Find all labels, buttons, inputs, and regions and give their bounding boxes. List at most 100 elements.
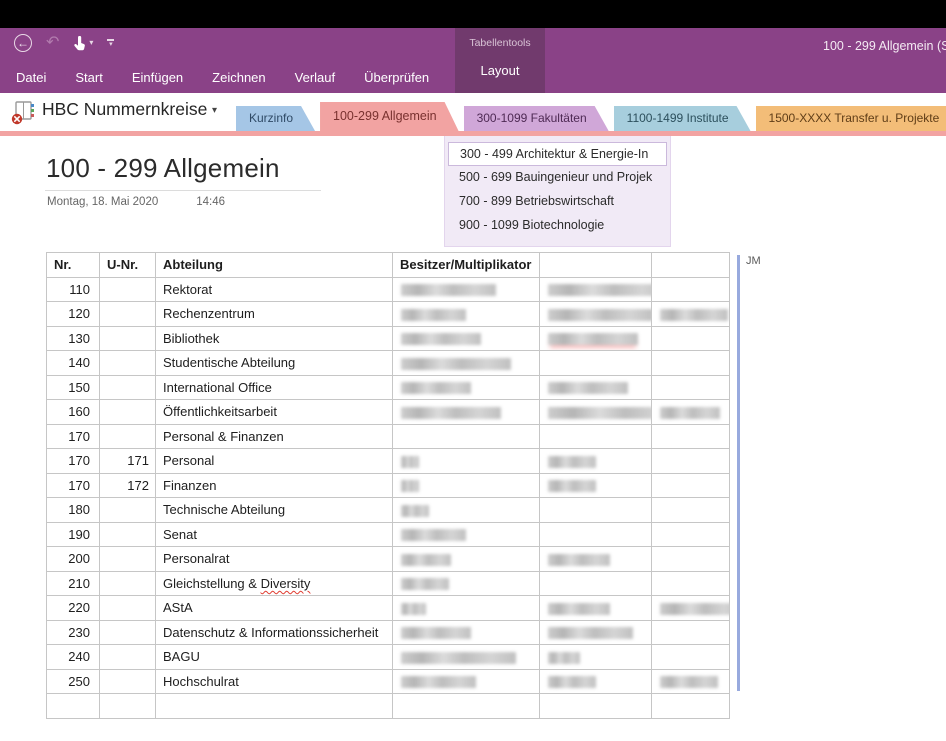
redacted-cell[interactable] (393, 302, 540, 327)
redacted-cell[interactable] (393, 277, 540, 302)
cell-nr[interactable]: 170 (47, 449, 100, 474)
cell-nr[interactable] (47, 694, 100, 719)
redacted-cell[interactable] (393, 351, 540, 376)
redacted-cell[interactable] (540, 620, 652, 645)
cell-unr[interactable] (100, 400, 156, 425)
cell-nr[interactable]: 210 (47, 571, 100, 596)
ribbon-tab-layout[interactable]: Layout (455, 63, 545, 78)
cell-abteilung[interactable]: AStA (156, 596, 393, 621)
page-title[interactable]: 100 - 299 Allgemein (46, 153, 280, 184)
section-tab-kurzinfo[interactable]: Kurzinfo (236, 106, 315, 131)
redacted-cell[interactable] (540, 424, 652, 449)
cell-unr[interactable] (100, 302, 156, 327)
cell-unr[interactable] (100, 498, 156, 523)
cell-unr[interactable] (100, 596, 156, 621)
redacted-cell[interactable] (652, 375, 730, 400)
redacted-cell[interactable] (540, 277, 652, 302)
cell-unr[interactable] (100, 645, 156, 670)
redacted-cell[interactable] (393, 326, 540, 351)
ribbon-tab-einfügen[interactable]: Einfügen (132, 70, 183, 85)
redacted-cell[interactable] (393, 620, 540, 645)
cell-abteilung[interactable]: Datenschutz & Informationssicherheit (156, 620, 393, 645)
cell-abteilung[interactable]: Personal & Finanzen (156, 424, 393, 449)
cell-abteilung[interactable]: Rechenzentrum (156, 302, 393, 327)
cell-nr[interactable]: 220 (47, 596, 100, 621)
redacted-cell[interactable] (652, 694, 730, 719)
redacted-cell[interactable] (393, 596, 540, 621)
redacted-cell[interactable] (393, 669, 540, 694)
page-dropdown-item[interactable]: 500 - 699 Bauingenieur und Projek (448, 166, 667, 190)
cell-nr[interactable]: 180 (47, 498, 100, 523)
cell-unr[interactable]: 172 (100, 473, 156, 498)
redacted-cell[interactable] (393, 547, 540, 572)
redacted-cell[interactable] (540, 351, 652, 376)
section-tab-300-1099-fakult-ten[interactable]: 300-1099 Fakultäten (464, 106, 609, 131)
cell-abteilung[interactable]: International Office (156, 375, 393, 400)
cell-nr[interactable]: 130 (47, 326, 100, 351)
redacted-cell[interactable] (393, 375, 540, 400)
cell-abteilung[interactable]: Hochschulrat (156, 669, 393, 694)
cell-nr[interactable]: 140 (47, 351, 100, 376)
cell-nr[interactable]: 170 (47, 424, 100, 449)
customize-qat-icon[interactable]: ▾ (107, 39, 114, 47)
redacted-cell[interactable] (652, 498, 730, 523)
cell-abteilung[interactable]: Senat (156, 522, 393, 547)
cell-nr[interactable]: 160 (47, 400, 100, 425)
cell-abteilung[interactable]: Öffentlichkeitsarbeit (156, 400, 393, 425)
redacted-cell[interactable] (540, 400, 652, 425)
ribbon-tab-start[interactable]: Start (75, 70, 102, 85)
cell-abteilung[interactable]: Finanzen (156, 473, 393, 498)
section-tab-1500-xxxx-transfer-u-projekte[interactable]: 1500-XXXX Transfer u. Projekte (756, 106, 946, 131)
redacted-cell[interactable] (652, 473, 730, 498)
redacted-cell[interactable] (540, 694, 652, 719)
redacted-cell[interactable] (652, 645, 730, 670)
cell-unr[interactable]: 171 (100, 449, 156, 474)
cell-unr[interactable] (100, 669, 156, 694)
redacted-cell[interactable] (540, 645, 652, 670)
table-header-besitzer-multiplikator[interactable]: Besitzer/Multiplikator (393, 253, 540, 278)
section-tab-1100-1499-institute[interactable]: 1100-1499 Institute (614, 106, 751, 131)
redacted-cell[interactable] (652, 400, 730, 425)
cell-unr[interactable] (100, 694, 156, 719)
table-header-empty-4[interactable] (540, 253, 652, 278)
redacted-cell[interactable] (652, 522, 730, 547)
table-header-u-nr-[interactable]: U-Nr. (100, 253, 156, 278)
redacted-cell[interactable] (393, 645, 540, 670)
redacted-cell[interactable] (540, 498, 652, 523)
ribbon-tab-überprüfen[interactable]: Überprüfen (364, 70, 429, 85)
redacted-cell[interactable] (393, 424, 540, 449)
ribbon-tab-datei[interactable]: Datei (16, 70, 46, 85)
redacted-cell[interactable] (540, 326, 652, 351)
number-ranges-table[interactable]: Nr.U-Nr.AbteilungBesitzer/Multiplikator … (46, 252, 730, 719)
redacted-cell[interactable] (540, 375, 652, 400)
redacted-cell[interactable] (652, 326, 730, 351)
table-header-empty-5[interactable] (652, 253, 730, 278)
cell-nr[interactable]: 240 (47, 645, 100, 670)
redacted-cell[interactable] (393, 400, 540, 425)
notebook-name[interactable]: HBC Nummernkreise (42, 99, 207, 120)
redacted-cell[interactable] (652, 620, 730, 645)
cell-nr[interactable]: 150 (47, 375, 100, 400)
redacted-cell[interactable] (652, 277, 730, 302)
redacted-cell[interactable] (652, 449, 730, 474)
ribbon-tab-zeichnen[interactable]: Zeichnen (212, 70, 265, 85)
redacted-cell[interactable] (652, 571, 730, 596)
cell-unr[interactable] (100, 547, 156, 572)
cell-nr[interactable]: 250 (47, 669, 100, 694)
cell-unr[interactable] (100, 351, 156, 376)
redacted-cell[interactable] (540, 547, 652, 572)
redacted-cell[interactable] (393, 571, 540, 596)
redacted-cell[interactable] (652, 424, 730, 449)
redacted-cell[interactable] (540, 522, 652, 547)
cell-unr[interactable] (100, 620, 156, 645)
cell-abteilung[interactable]: Bibliothek (156, 326, 393, 351)
cell-unr[interactable] (100, 522, 156, 547)
redacted-cell[interactable] (652, 302, 730, 327)
cell-abteilung[interactable]: Studentische Abteilung (156, 351, 393, 376)
cell-nr[interactable]: 200 (47, 547, 100, 572)
table-header-nr-[interactable]: Nr. (47, 253, 100, 278)
redacted-cell[interactable] (393, 522, 540, 547)
cell-abteilung[interactable]: Rektorat (156, 277, 393, 302)
redacted-cell[interactable] (393, 449, 540, 474)
cell-unr[interactable] (100, 424, 156, 449)
